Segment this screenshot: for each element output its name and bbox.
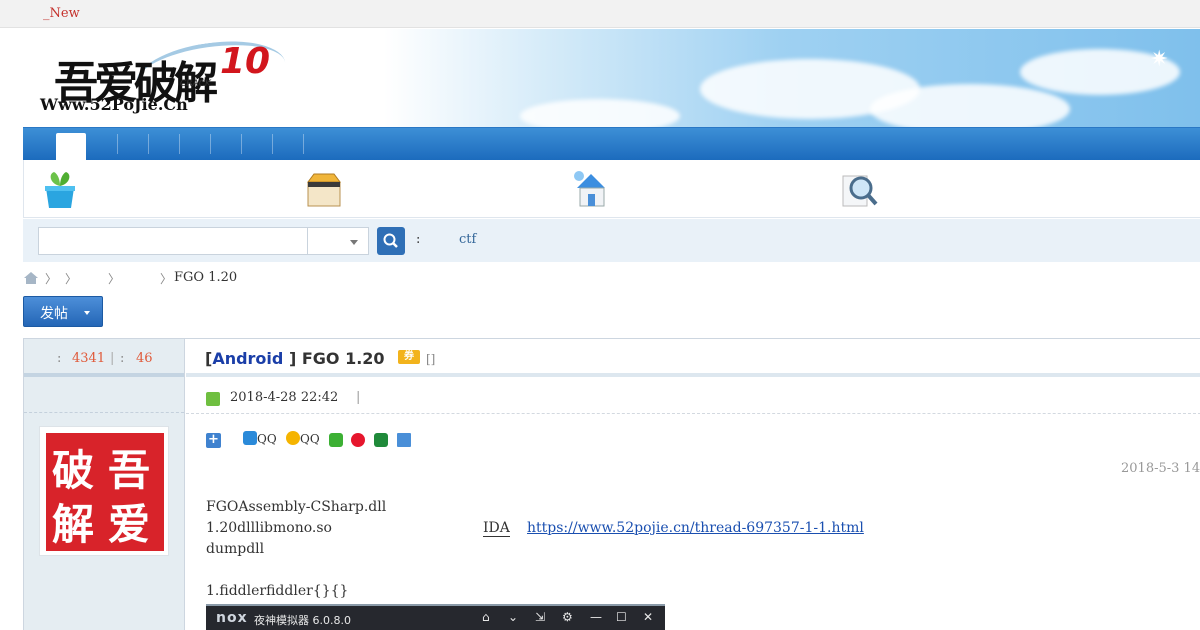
cloud-decoration — [520, 99, 680, 127]
nav-separator — [272, 134, 273, 154]
share-qq[interactable]: QQ — [243, 431, 277, 446]
star-icon: ✷ — [1150, 47, 1169, 72]
online-status-icon — [206, 392, 220, 406]
minimize-icon: — — [590, 610, 602, 624]
breadcrumb-separator: 〉 — [160, 272, 173, 286]
avatar-glyph: 解 — [52, 500, 95, 549]
new-link[interactable]: _New — [43, 6, 80, 21]
logo-crack: CRACK — [180, 79, 211, 89]
nav-separator — [241, 134, 242, 154]
chevron-down-icon: ⌄ — [508, 610, 519, 624]
qq-icon — [243, 431, 257, 445]
close-icon: ✕ — [643, 610, 654, 624]
breadcrumb-separator: 〉 — [45, 272, 58, 286]
home-icon[interactable] — [23, 271, 39, 285]
search-type-select[interactable] — [308, 227, 369, 255]
nox-title: 夜神模拟器 6.0.8.0 — [254, 614, 351, 627]
thread-stats: : 4341 | : 46 — [24, 339, 184, 377]
nox-emulator-screenshot: nox 夜神模拟器 6.0.8.0 ⌂ ⌄ ⇲ ⚙ — ☐ ✕ — [206, 604, 665, 630]
breadcrumb-separator: 〉 — [65, 272, 78, 286]
cloud-decoration — [870, 84, 1070, 127]
avatar-glyph: 吾 — [108, 446, 151, 495]
quick-links — [23, 160, 1200, 218]
thread-title: [Android ] FGO 1.20 — [205, 349, 385, 368]
douban-icon[interactable] — [374, 433, 388, 447]
avatar-glyph: 爱 — [108, 500, 151, 549]
thread-category[interactable]: Android — [212, 349, 283, 368]
pin-icon: ⇲ — [535, 610, 546, 624]
search-icon — [383, 233, 398, 248]
site-logo[interactable]: 吾爱破解 Www.52PoJie.Cn CRACK 10 — [40, 32, 290, 121]
ticket-icon: 券 — [398, 350, 420, 364]
avatar-glyph: 破 — [52, 446, 95, 495]
share-qq-label: QQ — [257, 432, 277, 446]
search-input[interactable] — [38, 227, 308, 255]
copy-link-bracket[interactable]: [] — [426, 352, 435, 366]
logo-anniversary: 10 — [220, 41, 271, 82]
site-header: 吾爱破解 Www.52PoJie.Cn CRACK 10 ✷ — [0, 29, 1200, 127]
ida-tag[interactable]: IDA — [483, 520, 510, 537]
new-post-label: 发帖 — [40, 306, 68, 322]
post-content: [Android ] FGO 1.20 券 [] 2018-4-28 22:42… — [186, 339, 1200, 630]
new-post-button[interactable]: 发帖 — [23, 296, 103, 327]
post-line: FGOAssembly-CSharp.dll — [206, 499, 387, 515]
chevron-down-icon — [84, 311, 90, 315]
post-date: 2018-4-28 22:42 — [230, 390, 339, 405]
search-bar: : ctf — [23, 219, 1200, 262]
edit-date: 2018-5-3 14:48 — [1121, 461, 1200, 476]
avatar[interactable]: 吾 破 爱 解 — [39, 426, 169, 556]
nav-separator — [303, 134, 304, 154]
post-line: 1.20dlllibmono.so — [206, 520, 332, 536]
share-qzone[interactable]: QQ — [286, 431, 320, 446]
views-count: 4341 — [72, 351, 106, 366]
top-bar: _New — [0, 0, 1200, 28]
main-nav — [23, 127, 1200, 161]
thread-post: : 4341 | : 46 吾 破 爱 解 [Android ] FGO 1.2… — [23, 338, 1200, 630]
nav-separator — [210, 134, 211, 154]
search-button[interactable] — [377, 227, 405, 255]
logo-english: Www.52PoJie.Cn — [40, 95, 188, 114]
author-sidebar: : 4341 | : 46 吾 破 爱 解 — [24, 339, 185, 630]
share-qzone-label: QQ — [300, 432, 320, 446]
avatar-image: 吾 破 爱 解 — [46, 433, 164, 551]
weibo-icon[interactable] — [351, 433, 365, 447]
hot-search-label: : — [416, 232, 421, 247]
breadcrumb-separator: 〉 — [108, 272, 121, 286]
divider — [186, 373, 1200, 377]
replies-count: 46 — [136, 351, 153, 366]
divider — [24, 412, 184, 413]
share-plus-icon[interactable]: + — [206, 433, 221, 448]
nav-tab-active[interactable] — [56, 133, 86, 161]
views-separator: : — [57, 351, 62, 366]
thread-link[interactable]: https://www.52pojie.cn/thread-697357-1-1… — [527, 520, 864, 536]
replies-separator: : — [120, 351, 125, 366]
nav-separator — [148, 134, 149, 154]
search-magnifier-icon[interactable] — [839, 168, 879, 210]
wechat-icon[interactable] — [329, 433, 343, 447]
divider — [186, 413, 1200, 414]
gear-icon: ⚙ — [562, 610, 573, 624]
nav-separator — [179, 134, 180, 154]
breadcrumb-current: FGO 1.20 — [174, 270, 238, 285]
maximize-icon: ☐ — [616, 610, 627, 624]
treasure-box-icon[interactable] — [304, 168, 344, 210]
plant-pot-icon[interactable] — [40, 168, 80, 210]
email-icon[interactable] — [397, 433, 411, 447]
home-icon[interactable] — [571, 168, 611, 210]
qzone-star-icon — [286, 431, 300, 445]
title-bracket: ] — [288, 349, 297, 368]
home-icon: ⌂ — [482, 610, 490, 624]
nav-separator — [117, 134, 118, 154]
thread-title-text: FGO 1.20 — [301, 349, 385, 368]
post-line: 1.fiddlerfiddler{}{} — [206, 583, 349, 599]
meta-divider: | — [356, 390, 361, 405]
hot-search-link-ctf[interactable]: ctf — [459, 232, 476, 247]
stats-divider: | — [110, 351, 115, 366]
chevron-down-icon — [350, 240, 358, 245]
post-line: dumpdll — [206, 541, 265, 557]
nox-logo: nox — [216, 610, 248, 626]
